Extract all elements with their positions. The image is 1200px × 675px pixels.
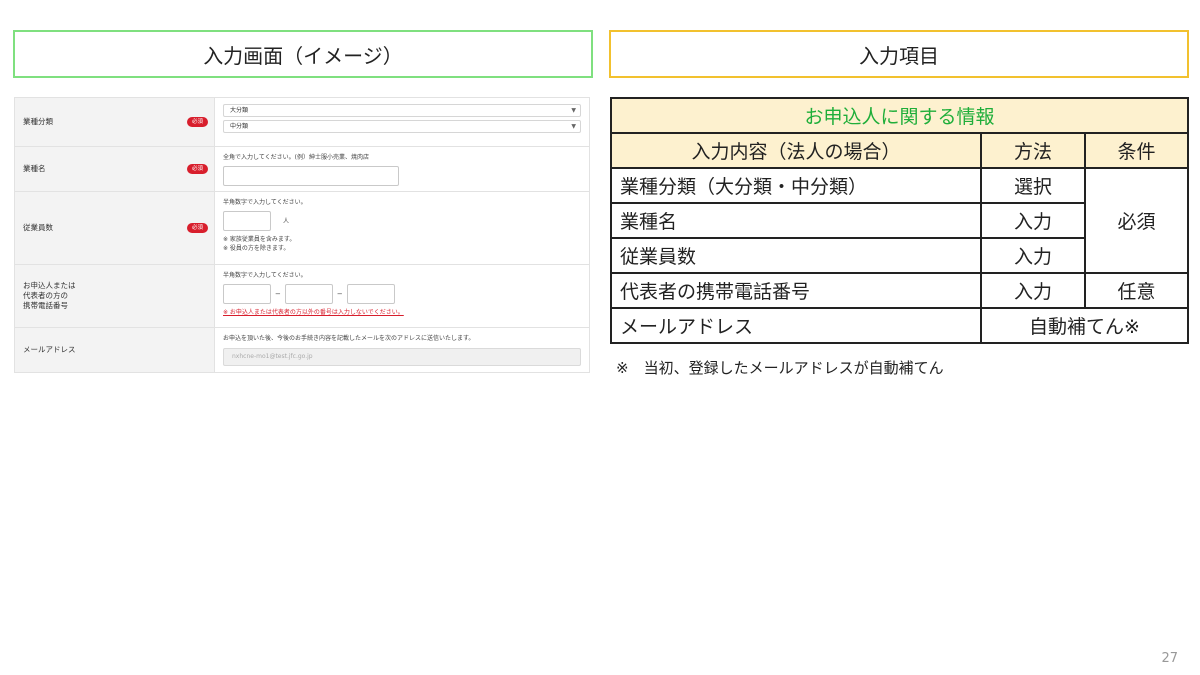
phone-dash: − [275,290,281,298]
form-row-employees: 従業員数 必須 半角数字で入力してください。 人 ※ 家族従業員を含みます。 ※… [15,192,589,265]
form-label: 業種分類 必須 [15,98,215,146]
required-badge: 必須 [186,164,208,174]
table-cell-method-auto: 自動補てん※ [980,307,1189,344]
input-screen-header: 入力画面（イメージ） [13,30,593,78]
input-items-header: 入力項目 [609,30,1189,78]
input-items-table: お申込人に関する情報 入力内容（法人の場合） 方法 条件 業種分類（大分類・中分… [610,97,1189,344]
industry-name-label: 業種名 [23,164,46,173]
phone-warning: ※ お申込人または代表者の方以外の番号は入力しないでください。 [223,309,404,316]
required-badge: 必須 [186,117,208,127]
form-field-area: 半角数字で入力してください。 人 ※ 家族従業員を含みます。 ※ 役員の方を除き… [215,192,589,264]
table-cell-item: 代表者の携帯電話番号 [610,272,982,309]
table-cell-condition: 任意 [1084,272,1189,309]
required-badge: 必須 [186,223,208,233]
table-cell-method: 入力 [980,202,1086,239]
employees-hint: 半角数字で入力してください。 [223,199,307,206]
column-header-method: 方法 [980,132,1086,169]
phone-input-part1[interactable] [223,284,271,304]
phone-label-line: お申込人または [23,281,76,290]
employees-label: 従業員数 [23,223,53,232]
form-row-email: メールアドレス お申込を頂いた後、今後のお手続き内容を記載したメールを次のアドレ… [15,328,589,372]
minor-category-select[interactable]: 中分類 ▼ [223,120,581,133]
phone-label-line: 携帯電話番号 [23,301,68,310]
industry-class-label: 業種分類 [23,117,53,126]
application-form-mock: 業種分類 必須 大分類 ▼ 中分類 ▼ 業種名 必須 全角で入力してください。(… [14,97,590,373]
form-label: メールアドレス [15,328,215,372]
table-cell-condition-required: 必須 [1084,167,1189,274]
industry-name-input[interactable] [223,166,399,186]
form-field-area: 半角数字で入力してください。 − − ※ お申込人または代表者の方以外の番号は入… [215,265,589,327]
page-number: 27 [1161,651,1178,666]
employees-input[interactable] [223,211,271,231]
industry-name-hint: 全角で入力してください。(例）紳士服小売業、焼肉店 [223,154,369,161]
email-readonly-field: nxhcne-mo1@test.jfc.go.jp [223,348,581,366]
form-field-area: お申込を頂いた後、今後のお手続き内容を記載したメールを次のアドレスに送信いたしま… [215,328,589,372]
minor-category-value: 中分類 [230,123,249,130]
column-header-item: 入力内容（法人の場合） [610,132,982,169]
form-row-industry-name: 業種名 必須 全角で入力してください。(例）紳士服小売業、焼肉店 [15,147,589,192]
table-cell-method: 選択 [980,167,1086,204]
table-title: お申込人に関する情報 [610,97,1189,134]
phone-hint: 半角数字で入力してください。 [223,272,307,279]
table-cell-item: 業種名 [610,202,982,239]
table-cell-item: 業種分類（大分類・中分類） [610,167,982,204]
form-label: お申込人または 代表者の方の 携帯電話番号 [15,265,215,327]
email-hint: お申込を頂いた後、今後のお手続き内容を記載したメールを次のアドレスに送信いたしま… [223,335,475,342]
chevron-down-icon: ▼ [571,107,576,114]
chevron-down-icon: ▼ [571,123,576,130]
email-label: メールアドレス [23,345,76,354]
table-row: 代表者の携帯電話番号 入力 任意 [610,272,1189,309]
form-row-phone: お申込人または 代表者の方の 携帯電話番号 半角数字で入力してください。 − −… [15,265,589,328]
table-cell-method: 入力 [980,237,1086,274]
table-row: 業種分類（大分類・中分類） 選択 必須 [610,167,1189,274]
employees-unit: 人 [283,217,290,225]
employees-note-officers: ※ 役員の方を除きます。 [223,245,290,252]
table-cell-item: 従業員数 [610,237,982,274]
phone-dash: − [336,290,343,298]
table-row: メールアドレス 自動補てん※ [610,307,1189,344]
column-header-condition: 条件 [1084,132,1189,169]
major-category-select[interactable]: 大分類 ▼ [223,104,581,117]
form-label: 従業員数 必須 [15,192,215,264]
table-cell-item: メールアドレス [610,307,982,344]
form-field-area: 大分類 ▼ 中分類 ▼ [215,98,589,146]
phone-input-part3[interactable] [346,284,395,304]
phone-input-part2[interactable] [284,284,333,304]
table-cell-method: 入力 [980,272,1086,309]
major-category-value: 大分類 [230,107,249,114]
form-row-industry-class: 業種分類 必須 大分類 ▼ 中分類 ▼ [15,98,589,147]
footnote: ※ 当初、登録したメールアドレスが自動補てん [616,359,944,377]
employees-input-group: 人 [223,211,581,231]
phone-input-group: − − [223,284,581,304]
employees-note-family: ※ 家族従業員を含みます。 [223,236,296,243]
form-label: 業種名 必須 [15,147,215,191]
phone-label-line: 代表者の方の [23,291,68,300]
form-field-area: 全角で入力してください。(例）紳士服小売業、焼肉店 [215,147,589,191]
